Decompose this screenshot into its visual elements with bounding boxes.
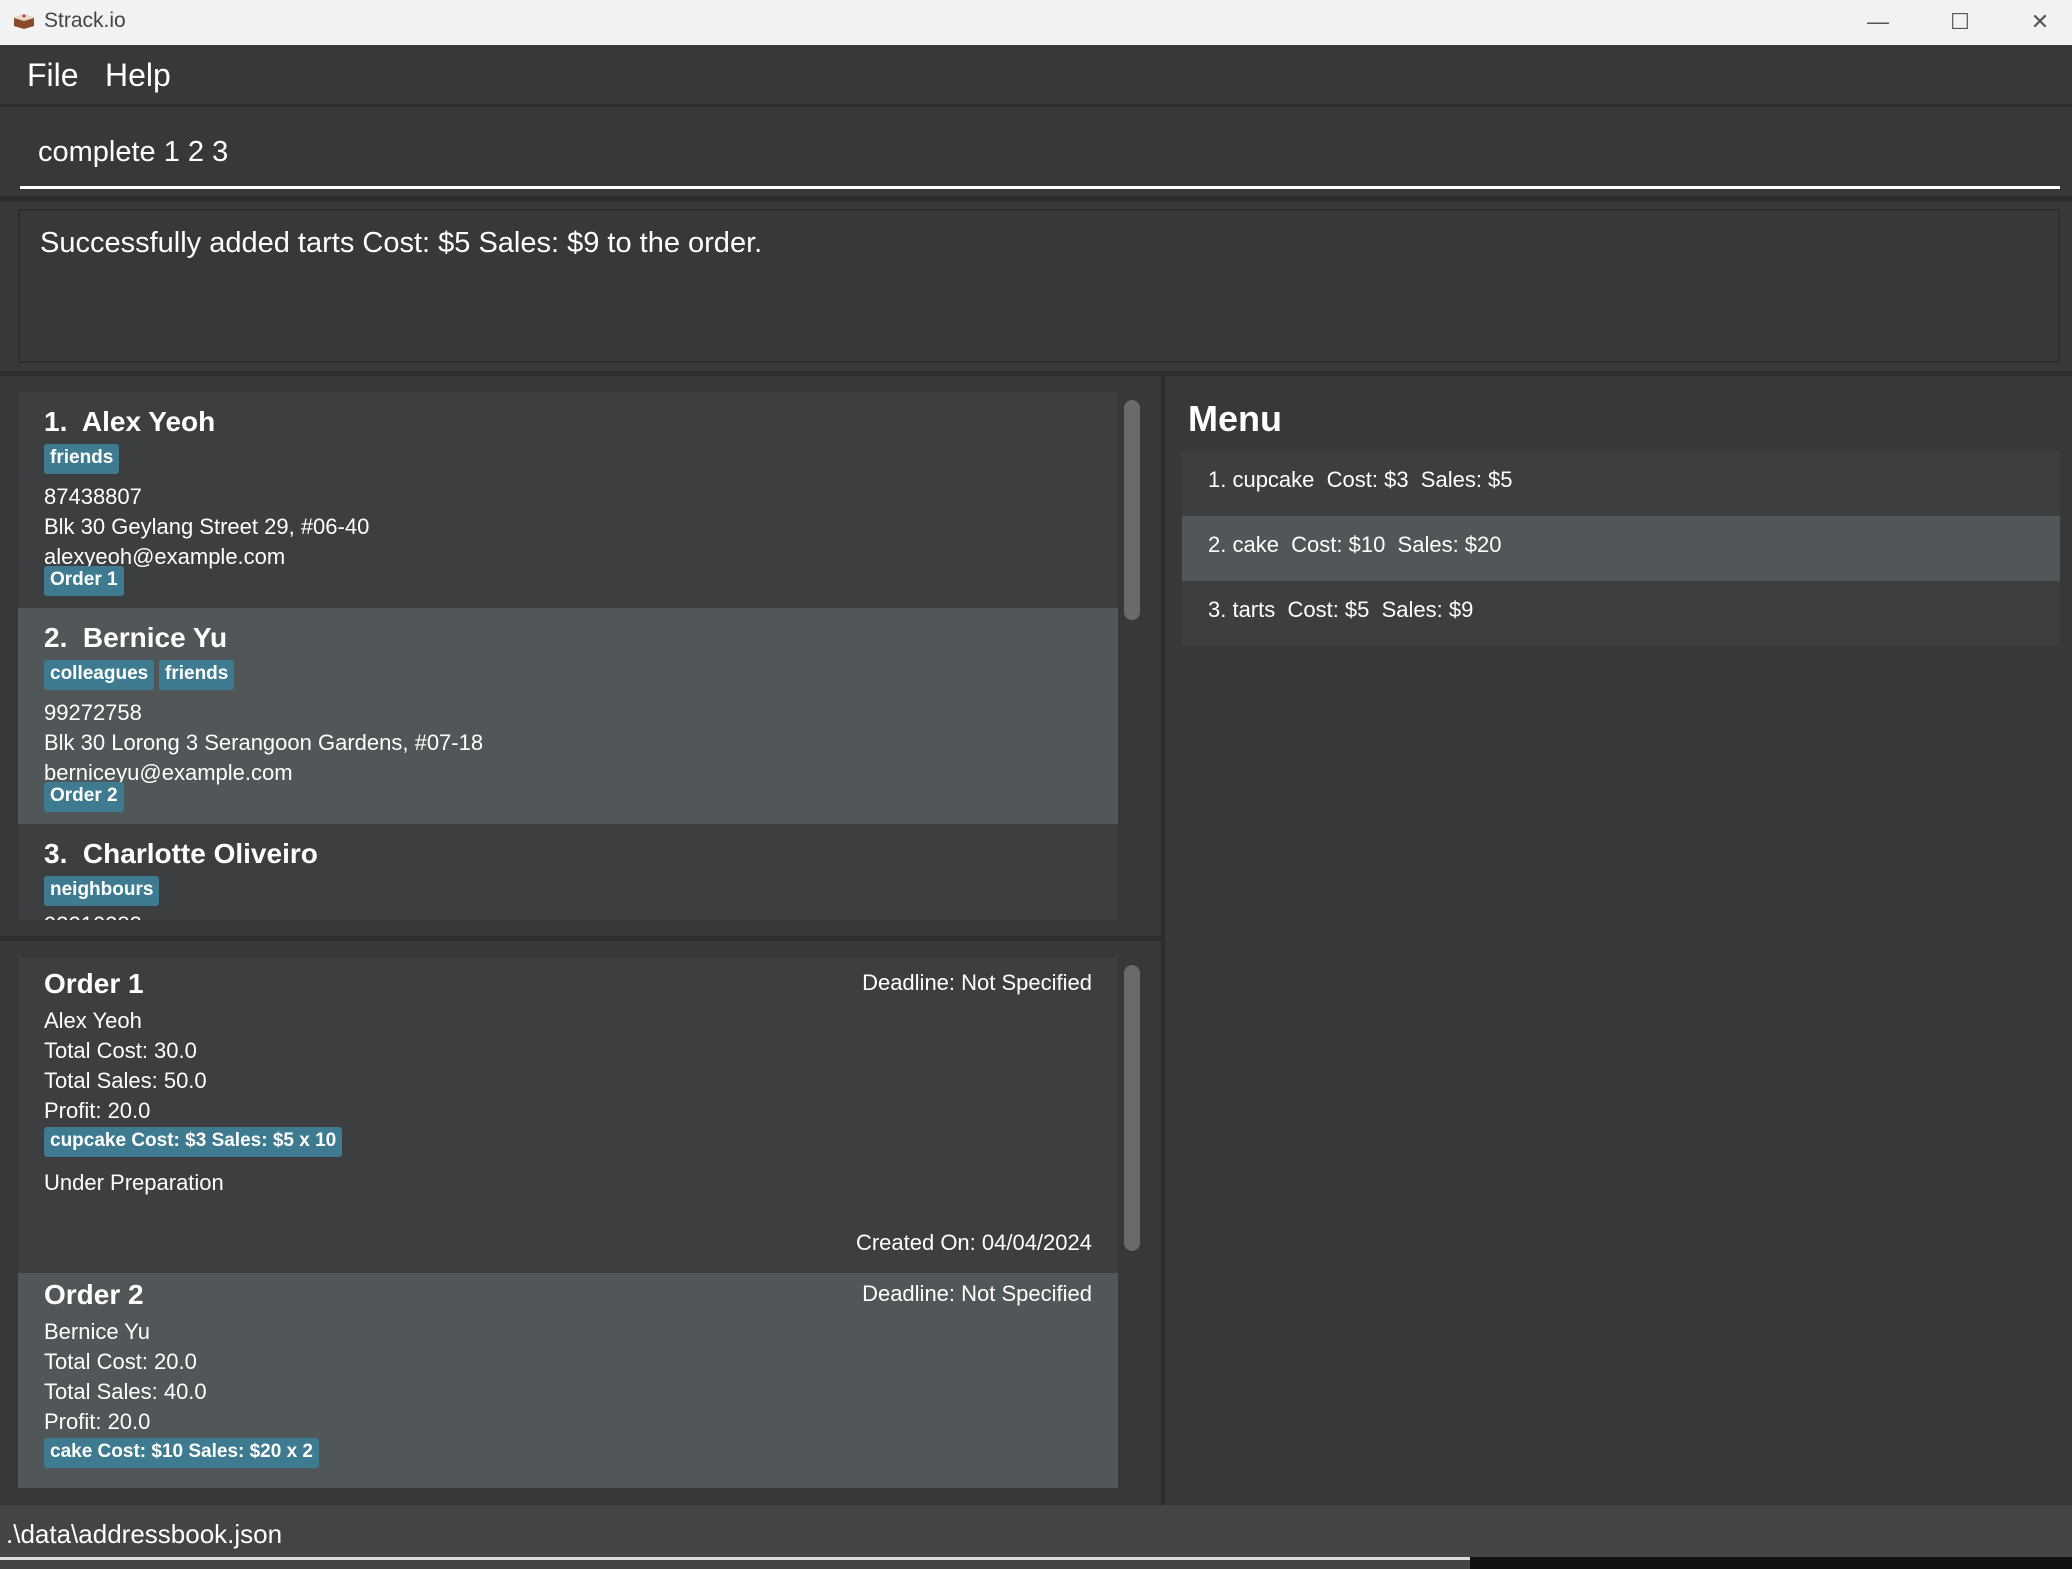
order-deadline: Deadline: Not Specified bbox=[862, 970, 1092, 995]
menu-title: Menu bbox=[1188, 398, 1282, 439]
result-display: Successfully added tarts Cost: $5 Sales:… bbox=[18, 209, 2060, 363]
person-name: 1. Alex Yeoh bbox=[44, 406, 216, 437]
person-name: 2. Bernice Yu bbox=[44, 622, 228, 653]
tag: colleagues bbox=[44, 660, 155, 690]
person-name: 3. Charlotte Oliveiro bbox=[44, 838, 318, 869]
save-location: .\data\addressbook.json bbox=[6, 1519, 283, 1549]
status-bar: .\data\addressbook.json bbox=[0, 1505, 2072, 1569]
menu-item[interactable]: 3. tarts Cost: $5 Sales: $9 bbox=[1182, 581, 2060, 646]
vertical-divider bbox=[1161, 375, 1165, 1505]
order-profit: Profit: 20.0 bbox=[44, 1409, 151, 1434]
person-card[interactable]: 3. Charlotte Oliveiro neighbours 9321028… bbox=[18, 824, 1118, 920]
order-total-cost: Total Cost: 20.0 bbox=[44, 1349, 197, 1374]
order-total-sales: Total Sales: 40.0 bbox=[44, 1379, 207, 1404]
order-item-tag: cake Cost: $10 Sales: $20 x 2 bbox=[44, 1438, 320, 1468]
cake-icon bbox=[14, 14, 34, 29]
tag: friends bbox=[44, 444, 120, 474]
tag: friends bbox=[159, 660, 235, 690]
minimize-button[interactable]: — bbox=[1848, 4, 1908, 40]
person-card[interactable]: 2. Bernice Yu colleagues friends 9927275… bbox=[18, 608, 1118, 824]
order-item-tag: cupcake Cost: $3 Sales: $5 x 10 bbox=[44, 1127, 343, 1157]
title-bar: Strack.io — ☐ ✕ bbox=[0, 0, 2072, 45]
scrollbar[interactable] bbox=[1124, 400, 1140, 620]
order-status: Under Preparation bbox=[44, 1170, 224, 1195]
order-deadline: Deadline: Not Specified bbox=[862, 1281, 1092, 1306]
order-profit: Profit: 20.0 bbox=[44, 1098, 151, 1123]
command-box[interactable]: complete 1 2 3 bbox=[0, 108, 2072, 196]
order-list: Order 1 Deadline: Not Specified Alex Yeo… bbox=[0, 941, 1161, 1505]
divider bbox=[0, 196, 2072, 201]
order-tag: Order 2 bbox=[44, 782, 124, 812]
result-message: Successfully added tarts Cost: $5 Sales:… bbox=[40, 227, 763, 259]
menu-item[interactable]: 2. cake Cost: $10 Sales: $20 bbox=[1182, 516, 2060, 581]
order-total-sales: Total Sales: 50.0 bbox=[44, 1068, 207, 1093]
order-created: Created On: 04/04/2024 bbox=[855, 1230, 1092, 1255]
menu-bar: File Help bbox=[0, 45, 2072, 107]
menu-file[interactable]: File bbox=[27, 57, 79, 94]
maximize-button[interactable]: ☐ bbox=[1930, 4, 1990, 40]
order-title: Order 1 bbox=[44, 968, 144, 999]
command-underline bbox=[20, 186, 2060, 189]
status-line-dark bbox=[1470, 1557, 2072, 1569]
address: Blk 30 Geylang Street 29, #06-40 bbox=[44, 514, 370, 539]
person-card[interactable]: 1. Alex Yeoh friends 87438807 Blk 30 Gey… bbox=[18, 392, 1118, 608]
status-line bbox=[0, 1557, 1470, 1560]
phone: 87438807 bbox=[44, 484, 142, 509]
order-customer: Alex Yeoh bbox=[44, 1008, 142, 1033]
order-total-cost: Total Cost: 30.0 bbox=[44, 1038, 197, 1063]
window-title: Strack.io bbox=[44, 9, 126, 32]
order-customer: Bernice Yu bbox=[44, 1319, 151, 1344]
phone: 99272758 bbox=[44, 700, 142, 725]
person-list: 1. Alex Yeoh friends 87438807 Blk 30 Gey… bbox=[0, 376, 1161, 938]
tag: neighbours bbox=[44, 876, 160, 906]
address: Blk 30 Lorong 3 Serangoon Gardens, #07-1… bbox=[44, 730, 484, 755]
menu-help[interactable]: Help bbox=[105, 57, 171, 94]
menu-item[interactable]: 1. cupcake Cost: $3 Sales: $5 bbox=[1182, 451, 2060, 516]
command-input[interactable]: complete 1 2 3 bbox=[38, 136, 228, 169]
order-card[interactable]: Order 2 Deadline: Not Specified Bernice … bbox=[18, 1273, 1118, 1488]
phone: 93210283 bbox=[44, 912, 142, 920]
order-card[interactable]: Order 1 Deadline: Not Specified Alex Yeo… bbox=[18, 958, 1118, 1273]
scrollbar[interactable] bbox=[1124, 965, 1140, 1251]
order-tag: Order 1 bbox=[44, 566, 124, 596]
close-button[interactable]: ✕ bbox=[2010, 4, 2070, 40]
order-title: Order 2 bbox=[44, 1279, 144, 1310]
